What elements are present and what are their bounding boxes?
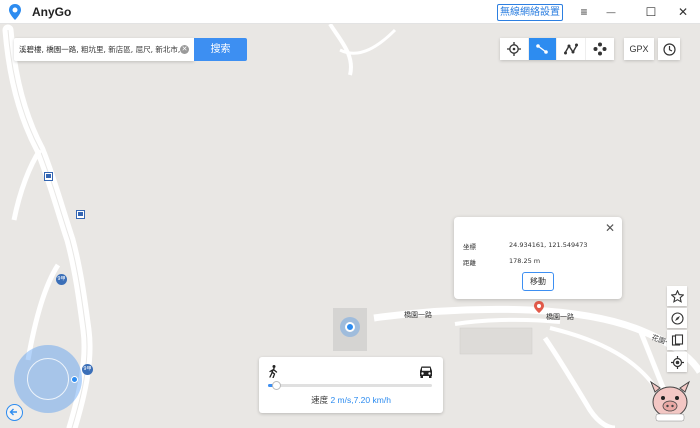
minimize-icon[interactable]: — [600,2,622,22]
move-button[interactable]: 移動 [522,272,554,291]
distance-label: 距離 [463,259,476,267]
current-location-dot [345,322,355,332]
maximize-icon[interactable]: ☐ [640,2,662,22]
search-box: ✕ [14,38,194,61]
multi-spot-mode-button[interactable] [557,38,586,60]
locate-me-button[interactable] [667,352,687,372]
compass-icon [670,311,684,325]
joystick-handle[interactable] [71,376,78,383]
app-logo-icon [9,4,21,20]
back-button[interactable] [6,404,23,421]
compass-button[interactable] [667,308,687,328]
car-icon[interactable] [418,365,434,378]
current-location-marker[interactable] [340,317,360,337]
route-shield-icon: 9甲 [82,364,93,375]
speed-slider[interactable] [268,381,432,390]
joystick-mode-button[interactable] [586,38,615,60]
close-popup-icon[interactable]: ✕ [604,222,616,234]
star-icon [670,289,684,303]
crosshair-icon [506,42,521,56]
speed-readout: 速度 2 m/s,7.20 km/h [259,394,443,406]
joystick-pad[interactable] [14,345,82,413]
speed-slider-knob[interactable] [272,381,281,390]
locate-icon [670,355,684,369]
favorite-button[interactable] [667,286,687,306]
app-title: AnyGo [32,5,72,19]
mascot-watermark-icon [649,380,691,422]
search-button[interactable]: 搜索 [194,38,247,61]
speed-value: 2 m/s,7.20 km/h [330,395,391,405]
bus-stop-icon [44,172,53,181]
mode-toolbar [500,38,614,60]
two-spot-mode-button[interactable] [528,38,557,60]
joystick-icon [593,42,607,56]
bus-stop-icon [76,210,85,219]
close-icon[interactable]: ✕ [672,2,694,22]
search-input[interactable] [19,38,182,61]
menu-icon[interactable]: ≡ [573,2,595,22]
road-label: 橋園一路 [404,311,432,319]
location-info-popup: ✕ 坐標 24.934161, 121.549473 距離 178.25 m 移… [454,217,622,299]
history-button[interactable] [658,38,680,60]
coordinate-label: 坐標 [463,243,476,251]
clock-icon [662,42,676,56]
multi-spot-route-icon [563,43,578,55]
walking-icon[interactable] [268,365,279,378]
joystick-ring [27,358,69,400]
clear-search-icon[interactable]: ✕ [180,45,189,54]
speed-panel: 速度 2 m/s,7.20 km/h [259,357,443,413]
map-layers-button[interactable] [667,330,687,350]
road-label: 橋園一路 [546,313,574,321]
destination-pin-icon[interactable] [534,301,544,313]
arrow-left-icon [9,408,17,416]
title-bar: AnyGo 無線網絡設置 ≡ — ☐ ✕ [0,0,700,24]
route-shield-icon: 9甲 [56,274,67,285]
coordinate-value: 24.934161, 121.549473 [509,241,588,249]
map-layers-icon [671,333,683,346]
teleport-mode-button[interactable] [500,38,529,60]
two-spot-route-icon [536,44,549,54]
gpx-import-button[interactable]: GPX [624,38,654,60]
wireless-settings-button[interactable]: 無線網絡設置 [497,4,563,21]
distance-value: 178.25 m [509,257,541,265]
speed-label: 速度 [311,395,329,405]
